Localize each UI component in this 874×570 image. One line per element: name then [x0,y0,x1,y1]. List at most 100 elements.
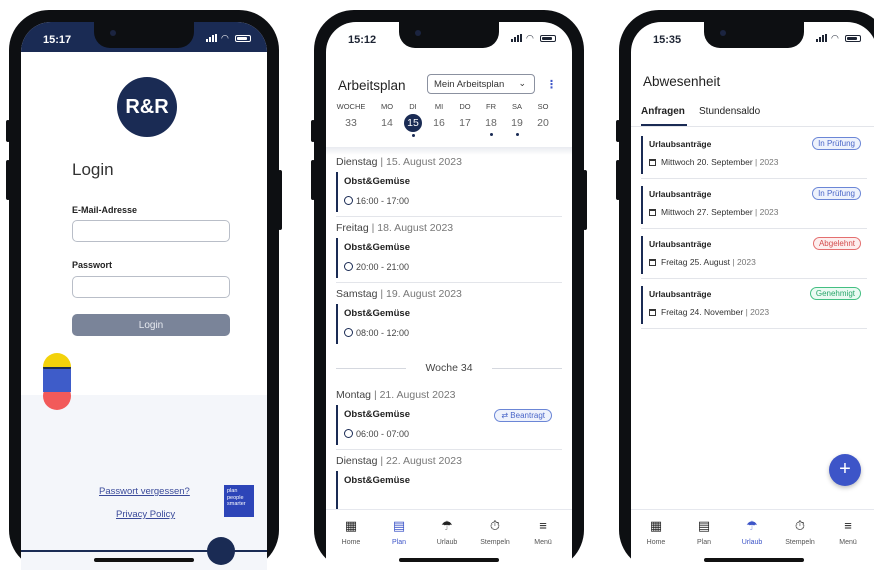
battery-icon [235,34,251,42]
day-label: SA [511,102,522,111]
status-time: 15:17 [43,34,72,46]
forgot-password-link[interactable]: Passwort vergessen? [99,486,190,497]
day-label: FR [486,102,496,111]
battery-icon [845,34,861,42]
shift-card[interactable]: Obst&Gemüse 20:00 - 21:00 [336,238,558,278]
day-sa[interactable]: SA 19 [504,102,530,136]
phone-login: 15:17 ◠ R&R Login E-Mail-Adresse Passwor… [6,10,282,570]
phone-arbeitsplan: 15:12 ◠ Arbeitsplan Mein Arbeitsplan ⌄ ⋮… [311,10,587,570]
stopwatch-icon: ⏱ [794,518,806,533]
tab-plan[interactable]: ▤ Plan [375,518,423,546]
absence-request[interactable]: Urlaubsanträge Genehmigt Freitag 24. Novem… [641,286,861,324]
day-number: 18 [485,117,497,129]
add-request-button[interactable]: + [829,454,861,486]
password-label: Passwort [72,260,113,270]
page-title: Arbeitsplan [338,78,406,93]
absence-request[interactable]: Urlaubsanträge In Prüfung Mittwoch 27. Sep… [641,186,861,224]
day-mo[interactable]: MO 14 [374,102,400,131]
shift-card[interactable]: Obst&Gemüse [336,471,558,511]
umbrella-icon: ☂ [441,518,453,533]
tab-label: Plan [696,539,711,546]
day-di[interactable]: DI 15 [400,102,426,137]
request-type: Urlaubsanträge [649,139,712,149]
tab-plan[interactable]: ▤ Plan [680,518,728,546]
calendar-icon [649,309,656,316]
status-time: 15:12 [348,34,377,46]
grid-icon: ▦ [649,518,663,533]
page-title: Abwesenheit [643,74,721,89]
clock-icon [344,196,353,205]
wifi-icon: ◠ [221,33,229,43]
wifi-icon: ◠ [831,33,839,43]
shift-card[interactable]: Obst&Gemüse 08:00 - 12:00 [336,304,558,344]
day-header: Dienstag | 15. August 2023 [336,156,462,168]
request-type: Urlaubsanträge [649,189,712,199]
day-header: Dienstag | 22. August 2023 [336,455,462,467]
tab-anfragen[interactable]: Anfragen [641,106,685,117]
shift-name: Obst&Gemüse [344,409,410,420]
day-number: 20 [537,117,549,129]
more-options-icon[interactable]: ⋮ [546,78,557,91]
request-date: Mittwoch 20. September | 2023 [649,157,779,167]
request-type: Urlaubsanträge [649,239,712,249]
tab-label: Stempeln [480,539,510,546]
tab-home[interactable]: ▦ Home [632,518,680,546]
day-label: MO [380,102,394,111]
tab-stempeln[interactable]: ⏱ Stempeln [471,518,519,546]
shift-indicator-dot [515,133,519,136]
home-indicator [94,558,194,562]
tab-stempeln[interactable]: ⏱ Stempeln [776,518,824,546]
wifi-icon: ◠ [526,33,534,43]
decorative-shape [43,382,71,392]
shift-time: 20:00 - 21:00 [344,262,409,272]
day-do[interactable]: DO 17 [452,102,478,131]
tab-urlaub[interactable]: ☂ Urlaub [423,518,471,546]
plan-logo: plan people smarter [224,485,254,517]
day-number: 15 [404,114,422,132]
home-indicator [704,558,804,562]
day-label: SO [537,102,549,111]
day-number: 19 [511,117,523,129]
week-number: WOCHE 33 [336,102,366,129]
day-header: Freitag | 18. August 2023 [336,222,454,234]
calendar-icon [649,159,656,166]
shift-card[interactable]: Obst&Gemüse 06:00 - 07:00 ⇄ Beantragt [336,405,558,445]
clock-icon [344,429,353,438]
request-type: Urlaubsanträge [649,289,712,299]
privacy-policy-link[interactable]: Privacy Policy [116,509,175,520]
tab-urlaub[interactable]: ☂ Urlaub [728,518,776,546]
day-mi[interactable]: MI 16 [426,102,452,131]
shift-card[interactable]: Obst&Gemüse 16:00 - 17:00 [336,172,558,212]
menu-icon: ≡ [844,518,852,533]
status-time: 15:35 [653,34,682,46]
day-label: MI [434,102,444,111]
signal-icon [206,34,217,42]
home-indicator [399,558,499,562]
tab-home[interactable]: ▦ Home [327,518,375,546]
tab-label: Stempeln [785,539,815,546]
status-badge: Abgelehnt [812,237,861,250]
login-button[interactable]: Login [72,314,230,336]
week-divider: Woche 34 [336,362,562,374]
dropdown-value: Mein Arbeitsplan [434,78,505,90]
plan-selector-dropdown[interactable]: Mein Arbeitsplan ⌄ [427,74,535,94]
tab-label: Menü [534,539,552,546]
day-header: Montag | 21. August 2023 [336,389,456,401]
request-date: Freitag 25. August | 2023 [649,257,756,267]
tab-stundensaldo[interactable]: Stundensaldo [699,106,760,117]
battery-icon [540,34,556,42]
status-badge: ⇄ Beantragt [494,409,552,422]
day-so[interactable]: SO 20 [530,102,556,131]
password-field[interactable] [72,276,230,298]
tab-label: Menü [839,539,857,546]
absence-request[interactable]: Urlaubsanträge In Prüfung Mittwoch 20. Sep… [641,136,861,174]
tab-label: Plan [391,539,406,546]
day-fr[interactable]: FR 18 [478,102,504,136]
tab-menue[interactable]: ≡ Menü [824,518,872,546]
absence-request[interactable]: Urlaubsanträge Abgelehnt Freitag 25. Augus… [641,236,861,274]
day-header: Samstag | 19. August 2023 [336,288,462,300]
tab-menue[interactable]: ≡ Menü [519,518,567,546]
email-field[interactable] [72,220,230,242]
signal-icon [816,34,827,42]
day-number: 16 [433,117,445,129]
